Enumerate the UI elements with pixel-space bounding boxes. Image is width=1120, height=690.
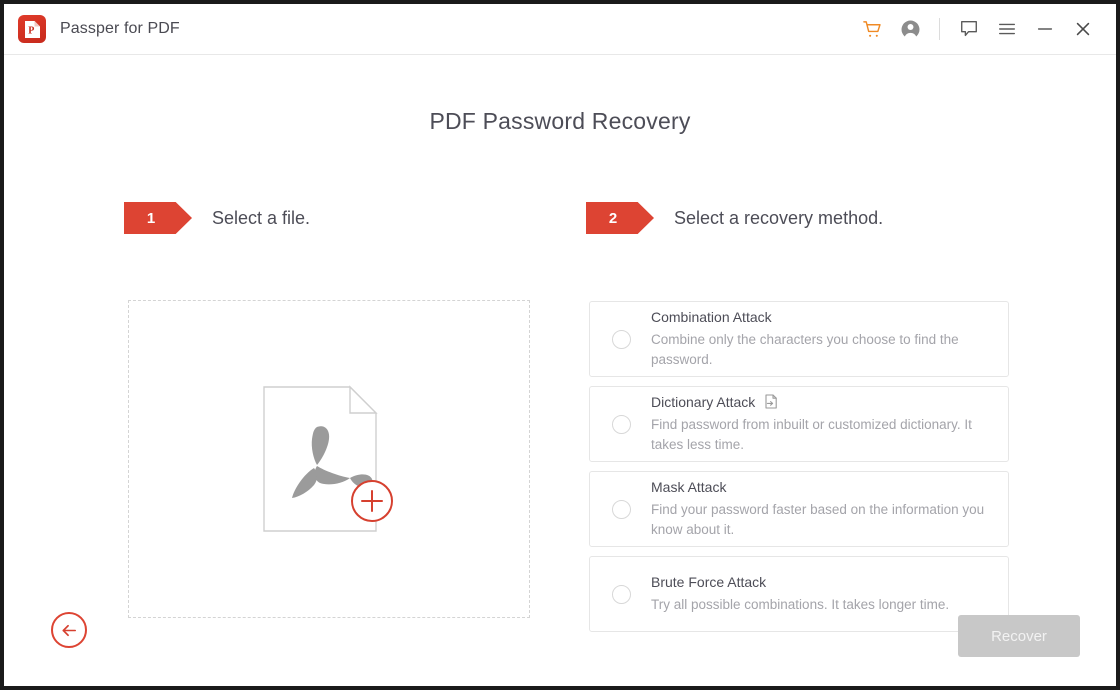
recover-button[interactable]: Recover — [958, 615, 1080, 657]
step-2-header: 2 Select a recovery method. — [586, 202, 883, 234]
method-description: Try all possible combinations. It takes … — [651, 596, 950, 612]
step-1-badge: 1 — [124, 202, 192, 234]
radio-combination-attack[interactable] — [612, 329, 631, 349]
method-name-label: Brute Force Attack — [651, 573, 767, 590]
app-window: P Passper for PDF PDF Password Recovery … — [4, 4, 1116, 686]
method-text: Combination Attack Combine only the char… — [651, 306, 992, 373]
step-1-header: 1 Select a file. — [124, 202, 310, 234]
method-description: Combine only the characters you choose t… — [651, 331, 959, 368]
method-text: Brute Force Attack Try all possible comb… — [651, 571, 992, 617]
menu-icon[interactable] — [988, 9, 1026, 49]
minimize-icon[interactable] — [1026, 9, 1064, 49]
method-card-brute-force-attack[interactable]: Brute Force Attack Try all possible comb… — [589, 556, 1009, 632]
method-name: Mask Attack — [651, 478, 992, 496]
method-card-combination-attack[interactable]: Combination Attack Combine only the char… — [589, 301, 1009, 377]
title-bar: P Passper for PDF — [4, 4, 1116, 55]
svg-text:P: P — [28, 25, 34, 36]
app-title: Passper for PDF — [60, 20, 180, 37]
close-icon[interactable] — [1064, 9, 1102, 49]
method-name-label: Dictionary Attack — [651, 393, 756, 410]
radio-mask-attack[interactable] — [612, 499, 631, 519]
method-name: Combination Attack — [651, 308, 992, 326]
step-2-badge: 2 — [586, 202, 654, 234]
feedback-icon[interactable] — [950, 9, 988, 49]
method-text: Mask Attack Find your password faster ba… — [651, 476, 992, 543]
radio-brute-force-attack[interactable] — [612, 584, 631, 604]
page-title: PDF Password Recovery — [429, 108, 691, 134]
account-icon[interactable] — [891, 9, 929, 49]
method-text: Dictionary Attack Find password from inb… — [651, 391, 992, 458]
import-dictionary-icon[interactable] — [765, 394, 779, 409]
radio-dictionary-attack[interactable] — [612, 414, 631, 434]
step-2-label: Select a recovery method. — [674, 207, 884, 228]
method-name: Brute Force Attack — [651, 573, 992, 591]
cart-icon[interactable] — [853, 9, 891, 49]
back-button[interactable] — [51, 612, 87, 648]
method-card-mask-attack[interactable]: Mask Attack Find your password faster ba… — [589, 471, 1009, 547]
titlebar-controls — [853, 4, 1102, 54]
method-name: Dictionary Attack — [651, 393, 992, 411]
recovery-methods-list: Combination Attack Combine only the char… — [589, 301, 1009, 641]
step-1-label: Select a file. — [212, 207, 311, 228]
file-dropzone[interactable] — [128, 300, 530, 618]
pdf-app-logo-icon: P — [18, 15, 46, 43]
method-description: Find password from inbuilt or customized… — [651, 416, 972, 453]
method-card-dictionary-attack[interactable]: Dictionary Attack Find password from inb… — [589, 386, 1009, 462]
pdf-file-add-icon — [262, 385, 396, 533]
method-name-label: Combination Attack — [651, 308, 772, 325]
main-content: PDF Password Recovery 1 Select a file. 2… — [4, 55, 1116, 686]
titlebar-divider — [939, 18, 940, 40]
method-description: Find your password faster based on the i… — [651, 501, 985, 538]
method-name-label: Mask Attack — [651, 478, 727, 495]
